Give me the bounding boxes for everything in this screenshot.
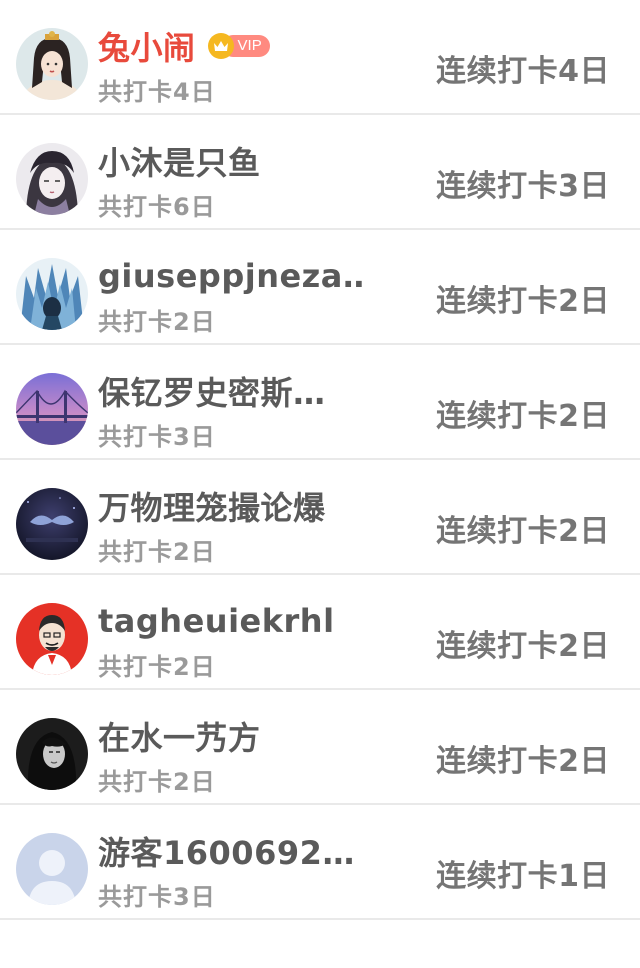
user-name[interactable]: 游客1600692… [98, 828, 355, 874]
list-item[interactable]: 万物理笼撮论爆 共打卡2日 连续打卡2日 [0, 460, 640, 575]
user-name[interactable]: giuseppjneza… [98, 257, 363, 295]
streak-checkins: 连续打卡3日 [436, 169, 610, 204]
avatar-blue-hair-icon[interactable] [16, 258, 88, 330]
total-checkins: 共打卡2日 [98, 308, 216, 336]
name-line: 游客1600692… [98, 828, 355, 874]
name-line: 兔小闹 VIP [98, 23, 270, 69]
streak-checkins: 连续打卡1日 [436, 859, 610, 894]
avatar-ink-girl-icon[interactable] [16, 143, 88, 215]
user-name[interactable]: 万物理笼撮论爆 [98, 483, 326, 529]
user-name[interactable]: 在水一艿方 [98, 713, 261, 759]
user-name[interactable]: 小沐是只鱼 [98, 138, 261, 184]
total-checkins: 共打卡2日 [98, 768, 216, 796]
streak-checkins: 连续打卡4日 [436, 54, 610, 89]
streak-checkins: 连续打卡2日 [436, 629, 610, 664]
name-line: 小沐是只鱼 [98, 138, 261, 184]
user-name[interactable]: 兔小闹 [98, 23, 196, 69]
name-line: 保钇罗史密斯… [98, 368, 326, 414]
avatar-girl-ancient-icon[interactable] [16, 28, 88, 100]
list-item[interactable]: 保钇罗史密斯… 共打卡3日 连续打卡2日 [0, 345, 640, 460]
streak-checkins: 连续打卡2日 [436, 284, 610, 319]
list-item[interactable]: 在水一艿方 共打卡2日 连续打卡2日 [0, 690, 640, 805]
avatar-red-man-icon[interactable] [16, 603, 88, 675]
name-line: 万物理笼撮论爆 [98, 483, 326, 529]
total-checkins: 共打卡3日 [98, 883, 216, 911]
avatar-dark-portrait-icon[interactable] [16, 718, 88, 790]
checkin-ranking-list: 兔小闹 VIP 共打卡4日 连续打卡4日 小沐是只鱼 共打卡6日 连续打卡3日 … [0, 0, 640, 920]
avatar-bridge-sunset-icon[interactable] [16, 373, 88, 445]
list-item[interactable]: 兔小闹 VIP 共打卡4日 连续打卡4日 [0, 0, 640, 115]
total-checkins: 共打卡3日 [98, 423, 216, 451]
name-line: giuseppjneza… [98, 256, 363, 296]
list-item[interactable]: 小沐是只鱼 共打卡6日 连续打卡3日 [0, 115, 640, 230]
list-item[interactable]: tagheuiekrhl 共打卡2日 连续打卡2日 [0, 575, 640, 690]
total-checkins: 共打卡6日 [98, 193, 216, 221]
user-name[interactable]: 保钇罗史密斯… [98, 368, 326, 414]
name-line: 在水一艿方 [98, 713, 261, 759]
list-item[interactable]: 游客1600692… 共打卡3日 连续打卡1日 [0, 805, 640, 920]
total-checkins: 共打卡4日 [98, 78, 216, 106]
vip-badge: VIP [207, 33, 270, 59]
user-name[interactable]: tagheuiekrhl [98, 602, 335, 640]
streak-checkins: 连续打卡2日 [436, 514, 610, 549]
streak-checkins: 连续打卡2日 [436, 399, 610, 434]
total-checkins: 共打卡2日 [98, 653, 216, 681]
avatar-mustache-icon[interactable] [16, 488, 88, 560]
name-line: tagheuiekrhl [98, 601, 335, 641]
streak-checkins: 连续打卡2日 [436, 744, 610, 779]
avatar-default-user-icon[interactable] [16, 833, 88, 905]
list-item[interactable]: giuseppjneza… 共打卡2日 连续打卡2日 [0, 230, 640, 345]
crown-icon [207, 33, 234, 59]
total-checkins: 共打卡2日 [98, 538, 216, 566]
